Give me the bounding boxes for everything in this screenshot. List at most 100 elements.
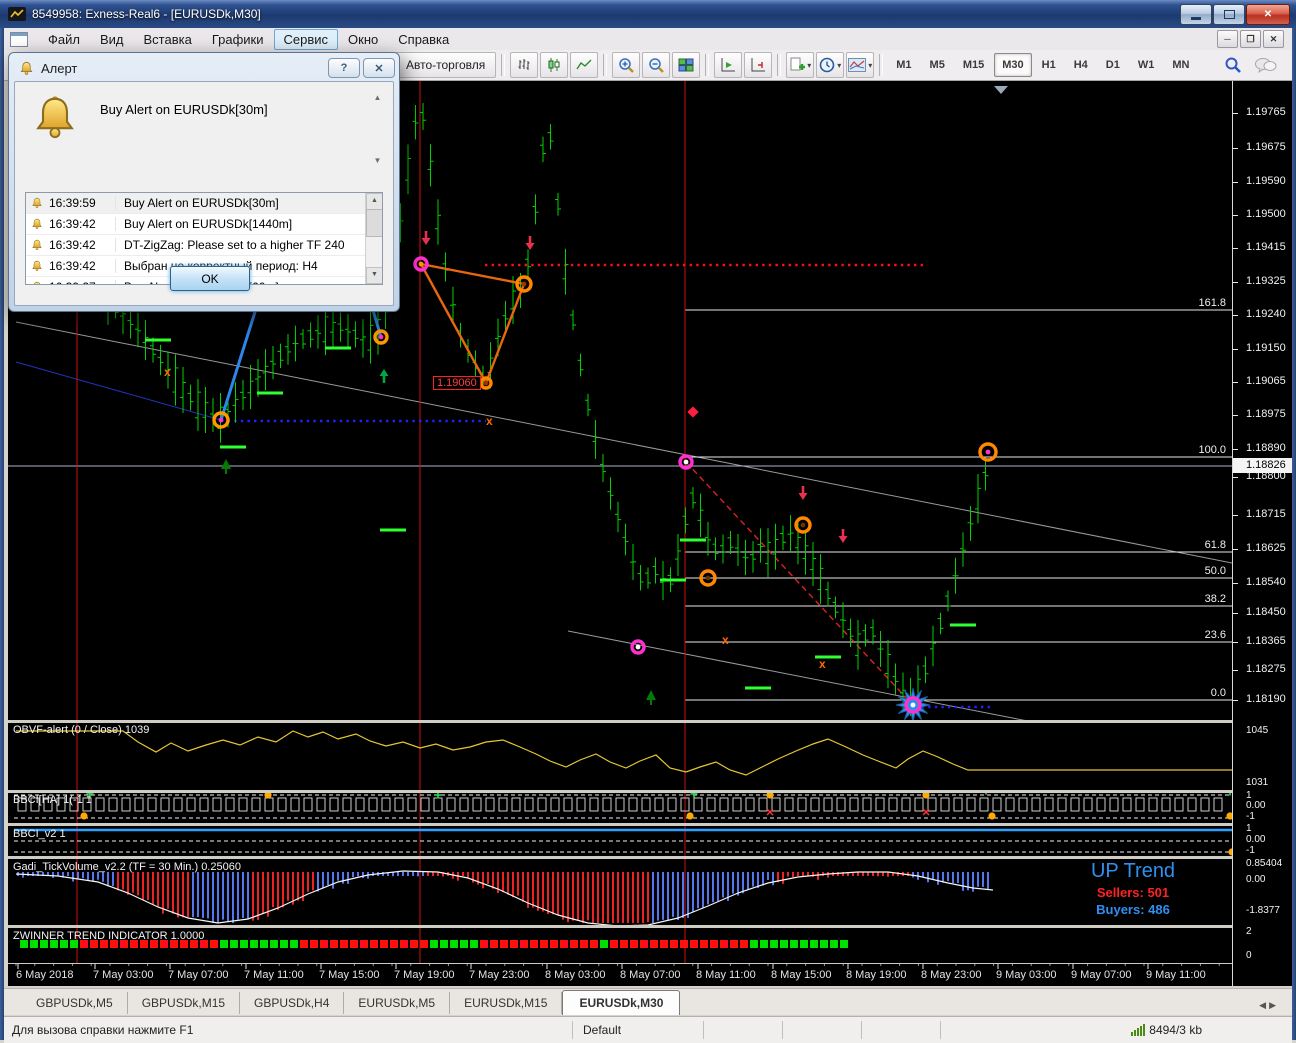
new-order-button[interactable]: ▾ <box>786 52 814 78</box>
menu-Справка[interactable]: Справка <box>388 29 459 50</box>
menu-Графики[interactable]: Графики <box>202 29 274 50</box>
timeframe-M30[interactable]: M30 <box>994 53 1031 77</box>
scroll-thumb[interactable] <box>366 209 383 237</box>
trend-square <box>760 940 768 948</box>
scroll-down-icon[interactable]: ▼ <box>366 267 383 284</box>
bell-icon <box>19 61 34 76</box>
timeframe-D1[interactable]: D1 <box>1098 53 1128 77</box>
status-help-text: Для вызова справки нажмите F1 <box>4 1023 572 1037</box>
current-price-label: 1.18826 <box>1233 458 1296 473</box>
alert-row[interactable]: 16:39:42Buy Alert on EURUSDk[1440m] <box>26 214 382 235</box>
trend-square <box>770 940 778 948</box>
timeframe-M1[interactable]: M1 <box>888 53 919 77</box>
ok-button[interactable]: OK <box>170 266 250 291</box>
bell-icon <box>31 281 43 285</box>
trend-square <box>280 940 288 948</box>
tab-GBPUSDk,M15[interactable]: GBPUSDk,M15 <box>128 992 240 1014</box>
message-scrollbar[interactable]: ▲ ▼ <box>370 90 385 168</box>
tile-windows-button[interactable] <box>672 52 700 78</box>
scroll-up-icon[interactable]: ▲ <box>366 193 383 210</box>
line-chart-mode-button[interactable] <box>570 52 598 78</box>
periods-button[interactable]: ▾ <box>816 52 844 78</box>
dialog-help-button[interactable]: ? <box>328 58 360 78</box>
child-minimize-button[interactable]: ─ <box>1217 30 1238 48</box>
search-icon[interactable] <box>1224 56 1242 74</box>
support-dash <box>325 347 351 350</box>
circle-marker-core <box>484 381 489 386</box>
menu-Сервис[interactable]: Сервис <box>274 29 339 50</box>
scroll-up-icon[interactable]: ▲ <box>370 90 385 105</box>
chart-tab-bar: GBPUSDk,M5GBPUSDk,M15GBPUSDk,H4EURUSDk,M… <box>4 988 1292 1015</box>
tab-EURUSDk,M5[interactable]: EURUSDk,M5 <box>344 992 450 1014</box>
child-restore-button[interactable]: ❐ <box>1240 30 1261 48</box>
trend-square <box>420 940 428 948</box>
chat-icon[interactable] <box>1254 56 1278 74</box>
price-label: 1.19675 <box>1246 141 1286 153</box>
trend-square <box>780 940 788 948</box>
tab-GBPUSDk,M5[interactable]: GBPUSDk,M5 <box>22 992 128 1014</box>
menu-Вставка[interactable]: Вставка <box>134 29 202 50</box>
price-label: 1.18975 <box>1246 408 1286 420</box>
menu-Файл[interactable]: Файл <box>38 29 90 50</box>
maximize-button[interactable] <box>1213 4 1245 25</box>
zoom-out-button[interactable] <box>642 52 670 78</box>
menu-Вид[interactable]: Вид <box>90 29 134 50</box>
alert-time: 16:39:27 <box>49 280 116 285</box>
new-order-icon <box>789 57 805 73</box>
autotrade-button[interactable]: Авто-торговля <box>395 52 496 78</box>
tree-marker <box>650 700 652 705</box>
zigzag-price-label: 1.19060 <box>433 376 481 390</box>
tab-scroll-right-icon[interactable]: ▶ <box>1269 1000 1276 1011</box>
trend-square <box>580 940 588 948</box>
bell-icon <box>31 197 43 209</box>
scroll-down-icon[interactable]: ▼ <box>370 153 385 168</box>
support-dash <box>257 392 283 395</box>
window-frame-right <box>1292 28 1296 1040</box>
templates-button[interactable]: ▾ <box>846 52 874 78</box>
dropdown-caret-icon: ▾ <box>837 61 841 70</box>
fib-level-label: 161.8 <box>1106 297 1226 309</box>
timeframe-M5[interactable]: M5 <box>922 53 953 77</box>
zoom-in-button[interactable] <box>612 52 640 78</box>
minimize-button[interactable] <box>1180 4 1212 25</box>
alert-row[interactable]: 16:39:59Buy Alert on EURUSDk[30m] <box>26 193 382 214</box>
indicator-scale-label: -1.8377 <box>1246 905 1280 916</box>
timeframe-M15[interactable]: M15 <box>955 53 992 77</box>
auto-scroll-button[interactable] <box>714 52 742 78</box>
timeframe-H4[interactable]: H4 <box>1066 53 1096 77</box>
child-close-button[interactable]: ✕ <box>1263 30 1284 48</box>
close-button[interactable]: ✕ <box>1246 4 1290 25</box>
trend-square <box>710 940 718 948</box>
list-scrollbar[interactable]: ▲ ▼ <box>365 193 382 284</box>
timeframe-W1[interactable]: W1 <box>1130 53 1163 77</box>
tab-EURUSDk,M30[interactable]: EURUSDk,M30 <box>562 990 680 1015</box>
fib-level-label: 61.8 <box>1106 539 1226 551</box>
price-tick <box>1233 642 1238 643</box>
alert-dialog-titlebar[interactable]: Алерт ? ✕ <box>9 53 399 80</box>
circle-marker-core <box>636 645 641 650</box>
dialog-close-button[interactable]: ✕ <box>363 58 395 78</box>
candlestick-mode-button[interactable] <box>540 52 568 78</box>
indicator-scale-label: 0.85404 <box>1246 858 1282 869</box>
alert-bell-icon <box>31 94 79 142</box>
timeframe-H1[interactable]: H1 <box>1034 53 1064 77</box>
price-label: 1.18890 <box>1246 442 1286 454</box>
price-label: 1.19150 <box>1246 342 1286 354</box>
bar-chart-mode-button[interactable] <box>510 52 538 78</box>
dropdown-caret-icon: ▾ <box>807 61 811 70</box>
trend-square <box>520 940 528 948</box>
tab-scroll-left-icon[interactable]: ◀ <box>1259 1000 1266 1011</box>
trend-square <box>330 940 338 948</box>
trend-square <box>210 940 218 948</box>
alert-row[interactable]: 16:39:42DT-ZigZag: Please set to a highe… <box>26 235 382 256</box>
status-profile[interactable]: Default <box>572 1021 703 1039</box>
alert-time: 16:39:42 <box>49 238 116 252</box>
chart-shift-button[interactable] <box>744 52 772 78</box>
menu-Окно[interactable]: Окно <box>338 29 388 50</box>
tab-GBPUSDk,H4[interactable]: GBPUSDk,H4 <box>240 992 344 1014</box>
indicator-scale-label: -1 <box>1246 811 1255 822</box>
up-arrow-marker <box>383 375 386 383</box>
tab-EURUSDk,M15[interactable]: EURUSDk,M15 <box>450 992 562 1014</box>
timeframe-MN[interactable]: MN <box>1164 53 1197 77</box>
price-label: 1.18625 <box>1246 542 1286 554</box>
